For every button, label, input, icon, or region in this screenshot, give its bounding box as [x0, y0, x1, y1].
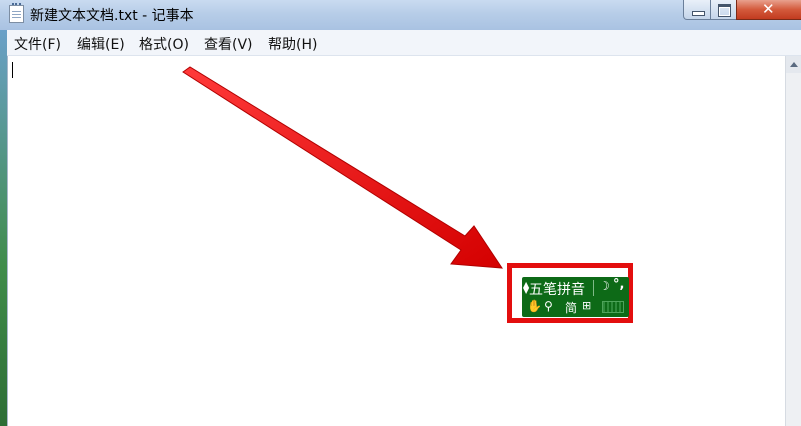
- ime-row-bottom: ✋ ⚲ 简 ⊞: [522, 299, 629, 316]
- search-icon[interactable]: ⚲: [544, 299, 553, 313]
- simplified-toggle[interactable]: 简: [565, 299, 577, 316]
- moon-icon[interactable]: ☽: [599, 279, 610, 293]
- ime-divider: [593, 280, 594, 296]
- symbol-icon[interactable]: ⊞: [582, 299, 591, 312]
- annotation-arrow-shape: [182, 66, 503, 269]
- ime-row-top: ▲ ▼ 五笔拼音 ☽ °,: [522, 277, 629, 299]
- ime-toolbar[interactable]: ▲ ▼ 五笔拼音 ☽ °, ✋ ⚲ 简 ⊞: [522, 277, 629, 317]
- ime-highlight-box: ▲ ▼ 五笔拼音 ☽ °, ✋ ⚲ 简 ⊞: [507, 263, 633, 323]
- annotation-arrow: [182, 66, 503, 269]
- hand-icon[interactable]: ✋: [527, 299, 542, 313]
- keyboard-icon[interactable]: [602, 301, 624, 313]
- ime-name-label[interactable]: 五笔拼音: [529, 279, 585, 299]
- punctuation-toggle[interactable]: °,: [613, 277, 624, 292]
